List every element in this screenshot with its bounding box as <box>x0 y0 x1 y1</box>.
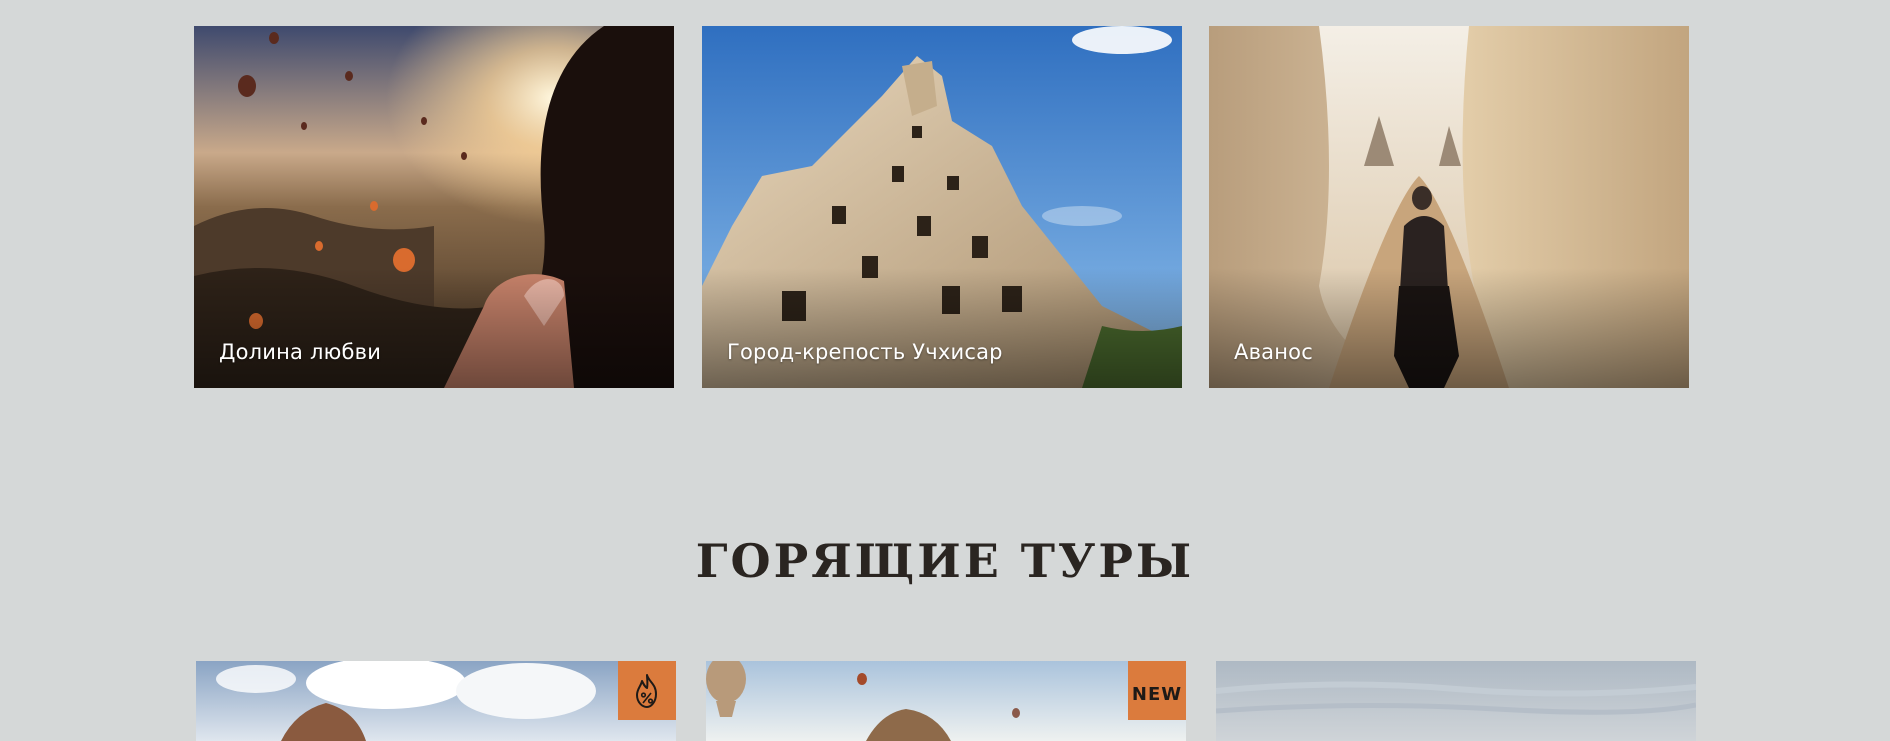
hot-tours-title: ГОРЯЩИЕ ТУРЫ <box>695 534 1195 588</box>
new-badge: NEW <box>1128 661 1186 720</box>
gallery-caption: Долина любви <box>219 340 382 364</box>
hot-discount-badge <box>618 661 676 720</box>
gallery-card-uchisar[interactable]: Город-крепость Учхисар <box>702 26 1182 388</box>
caption-shade <box>194 268 674 388</box>
gallery-caption: Город-крепость Учхисар <box>727 340 1003 364</box>
caption-shade <box>702 268 1182 388</box>
tour-photo <box>1216 661 1696 741</box>
tour-card[interactable]: NEW <box>706 661 1186 741</box>
gallery-card-avanos[interactable]: Аванос <box>1209 26 1689 388</box>
fire-percent-icon <box>636 673 657 708</box>
gallery-card-love-valley[interactable]: Долина любви <box>194 26 674 388</box>
tour-photo <box>706 661 1186 741</box>
caption-shade <box>1209 268 1689 388</box>
tour-card[interactable] <box>1216 661 1696 741</box>
gallery-caption: Аванос <box>1234 340 1313 364</box>
tour-photo <box>196 661 676 741</box>
tour-card[interactable] <box>196 661 676 741</box>
